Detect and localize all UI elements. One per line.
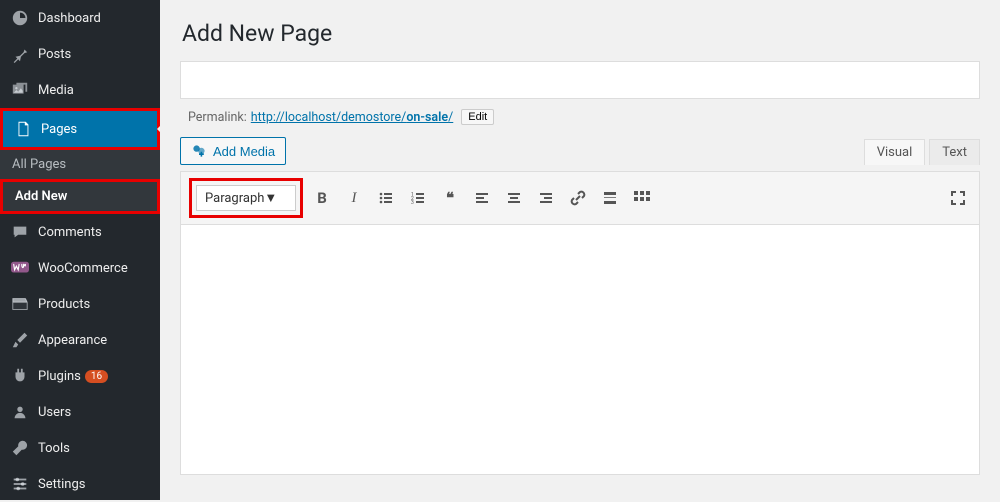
sidebar-label: Users — [38, 405, 71, 420]
align-right-button[interactable] — [533, 185, 559, 211]
sidebar-label: Pages — [41, 122, 77, 137]
editor-toolbar: Paragraph ▼ B I 123 ❝ — [180, 171, 980, 225]
toolbar-toggle-button[interactable] — [629, 185, 655, 211]
align-left-button[interactable] — [469, 185, 495, 211]
comments-icon — [10, 222, 30, 242]
sidebar-item-dashboard[interactable]: Dashboard — [0, 0, 160, 36]
brush-icon — [10, 330, 30, 350]
sidebar-item-products[interactable]: Products — [0, 286, 160, 322]
sidebar-item-woocommerce[interactable]: WooCommerce — [0, 250, 160, 286]
sidebar-item-plugins[interactable]: Plugins 16 — [0, 358, 160, 394]
sidebar-item-pages[interactable]: Pages — [0, 108, 160, 150]
blockquote-button[interactable]: ❝ — [437, 185, 463, 211]
woocommerce-icon — [10, 258, 30, 278]
settings-icon — [10, 474, 30, 494]
bold-button[interactable]: B — [309, 185, 335, 211]
edit-slug-button[interactable]: Edit — [461, 109, 494, 125]
read-more-button[interactable] — [597, 185, 623, 211]
tools-icon — [10, 438, 30, 458]
format-select[interactable]: Paragraph ▼ — [196, 185, 296, 211]
main-content: Add New Page Permalink: http://localhost… — [160, 0, 1000, 500]
sidebar-label: Comments — [38, 225, 102, 240]
sidebar-item-comments[interactable]: Comments — [0, 214, 160, 250]
editor-content-area[interactable] — [180, 225, 980, 475]
sidebar-label: WooCommerce — [38, 261, 128, 276]
media-add-icon — [191, 143, 207, 159]
svg-text:3: 3 — [411, 200, 414, 206]
numbered-list-button[interactable]: 123 — [405, 185, 431, 211]
add-media-button[interactable]: Add Media — [180, 137, 286, 165]
align-center-button[interactable] — [501, 185, 527, 211]
dashboard-icon — [10, 8, 30, 28]
pin-icon — [10, 44, 30, 64]
tab-visual[interactable]: Visual — [864, 139, 926, 165]
sidebar-item-media[interactable]: Media — [0, 72, 160, 108]
sidebar-label: Products — [38, 297, 90, 312]
add-media-label: Add Media — [213, 144, 275, 159]
sidebar-item-users[interactable]: Users — [0, 394, 160, 430]
sidebar-sub-label: All Pages — [12, 157, 66, 172]
update-badge: 16 — [85, 370, 108, 383]
format-select-value: Paragraph — [205, 191, 264, 206]
sidebar-item-settings[interactable]: Settings — [0, 466, 160, 502]
users-icon — [10, 402, 30, 422]
page-title: Add New Page — [182, 20, 980, 47]
sidebar-label: Dashboard — [38, 11, 101, 26]
editor-tabs: Visual Text — [864, 139, 980, 165]
sidebar-label: Settings — [38, 477, 85, 492]
admin-sidebar: Dashboard Posts Media Pages All Pages Ad… — [0, 0, 160, 500]
sidebar-label: Plugins — [38, 369, 81, 384]
tab-text[interactable]: Text — [929, 139, 980, 165]
sidebar-label: Media — [38, 83, 74, 98]
chevron-down-icon: ▼ — [264, 190, 277, 206]
sidebar-item-tools[interactable]: Tools — [0, 430, 160, 466]
media-icon — [10, 80, 30, 100]
format-select-highlight: Paragraph ▼ — [189, 178, 303, 218]
permalink-row: Permalink: http://localhost/demostore/on… — [188, 109, 980, 125]
sidebar-item-appearance[interactable]: Appearance — [0, 322, 160, 358]
post-title-input[interactable] — [180, 61, 980, 99]
sidebar-sub-add-new[interactable]: Add New — [0, 179, 160, 214]
permalink-link[interactable]: http://localhost/demostore/on-sale/ — [251, 110, 453, 125]
sidebar-sub-label: Add New — [15, 189, 67, 204]
sidebar-item-posts[interactable]: Posts — [0, 36, 160, 72]
permalink-label: Permalink: — [188, 110, 247, 125]
products-icon — [10, 294, 30, 314]
pages-icon — [13, 119, 33, 139]
bulleted-list-button[interactable] — [373, 185, 399, 211]
fullscreen-button[interactable] — [945, 185, 971, 211]
editor: Paragraph ▼ B I 123 ❝ — [180, 171, 980, 475]
sidebar-label: Posts — [38, 47, 71, 62]
sidebar-label: Appearance — [38, 333, 107, 348]
italic-button[interactable]: I — [341, 185, 367, 211]
link-button[interactable] — [565, 185, 591, 211]
sidebar-label: Tools — [38, 441, 70, 456]
sidebar-sub-all-pages[interactable]: All Pages — [0, 150, 160, 179]
plugin-icon — [10, 366, 30, 386]
